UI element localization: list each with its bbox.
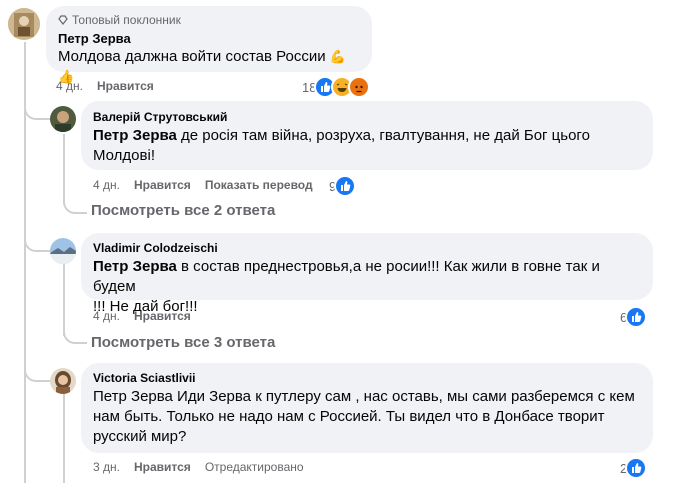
like-reaction-icon xyxy=(625,306,648,328)
reply-actions: 4 дн. Нравится xyxy=(93,309,191,323)
avatar[interactable] xyxy=(50,368,76,394)
badge-label: Топовый поклонник xyxy=(72,13,181,27)
view-replies-link[interactable]: Посмотреть все 3 ответа xyxy=(91,334,275,351)
reply-author[interactable]: Vladimir Colodzeischi xyxy=(93,241,641,255)
reply-reactions[interactable]: 9 xyxy=(329,175,357,197)
reply-time[interactable]: 4 дн. xyxy=(93,309,120,323)
reply-bubble: Victoria Sciastlivii Петр Зерва Иди Зерв… xyxy=(81,363,653,453)
comment-actions: 4 дн. Нравится xyxy=(56,79,154,93)
reply-reactions[interactable]: 2 xyxy=(620,457,648,479)
avatar[interactable] xyxy=(50,238,76,264)
reply-reactions[interactable]: 6 xyxy=(620,306,648,328)
diamond-icon xyxy=(58,15,68,25)
reply-author[interactable]: Victoria Sciastlivii xyxy=(93,371,641,385)
mention-link[interactable]: Петр Зерва xyxy=(93,258,177,275)
top-fan-badge: Топовый поклонник xyxy=(58,13,360,27)
show-translation-button[interactable]: Показать перевод xyxy=(205,178,313,192)
reply1-thread-line xyxy=(63,134,65,204)
reply-actions: 4 дн. Нравится Показать перевод xyxy=(93,178,313,192)
like-reaction-icon xyxy=(625,457,648,479)
reply-text: Петр Зерва Иди Зерва к путлеру сам , нас… xyxy=(93,388,635,445)
connector-view2 xyxy=(63,330,87,344)
mention-link[interactable]: Петр Зерва xyxy=(93,127,177,144)
comment-time[interactable]: 4 дн. xyxy=(56,79,83,93)
connector-reply2 xyxy=(24,228,50,252)
like-reaction-icon xyxy=(334,175,357,197)
reply-author[interactable]: Валерій Струтовський xyxy=(93,110,641,124)
avatar[interactable] xyxy=(8,8,40,40)
comment-reactions[interactable]: 18 xyxy=(302,76,371,98)
like-button[interactable]: Нравится xyxy=(134,309,191,323)
comment-bubble: Топовый поклонник Петр Зерва Молдова дал… xyxy=(46,6,372,84)
connector-reply3 xyxy=(24,358,50,382)
avatar[interactable] xyxy=(50,106,76,132)
reply-actions: 3 дн. Нравится Отредактировано xyxy=(93,460,304,474)
angry-reaction-icon xyxy=(348,76,371,98)
reply-text: Петр Зерва в состав преднестровья,а не р… xyxy=(93,258,600,315)
reply-time[interactable]: 3 дн. xyxy=(93,460,120,474)
connector-view1 xyxy=(63,200,87,214)
like-button[interactable]: Нравится xyxy=(134,460,191,474)
connector-reply1 xyxy=(24,96,50,120)
edited-label: Отредактировано xyxy=(204,460,304,474)
like-button[interactable]: Нравится xyxy=(134,178,191,192)
reply3-thread-line xyxy=(63,394,65,483)
reply-time[interactable]: 4 дн. xyxy=(93,178,120,192)
reply-text: Петр Зерва де росія там війна, розруха, … xyxy=(93,127,590,164)
reply-bubble: Vladimir Colodzeischi Петр Зерва в соста… xyxy=(81,233,653,315)
view-replies-link[interactable]: Посмотреть все 2 ответа xyxy=(91,202,275,219)
reply2-thread-line xyxy=(63,264,65,336)
comment-author[interactable]: Петр Зерва xyxy=(58,31,360,47)
like-button[interactable]: Нравится xyxy=(97,79,154,93)
reply-bubble: Валерій Струтовський Петр Зерва де росія… xyxy=(81,101,653,170)
